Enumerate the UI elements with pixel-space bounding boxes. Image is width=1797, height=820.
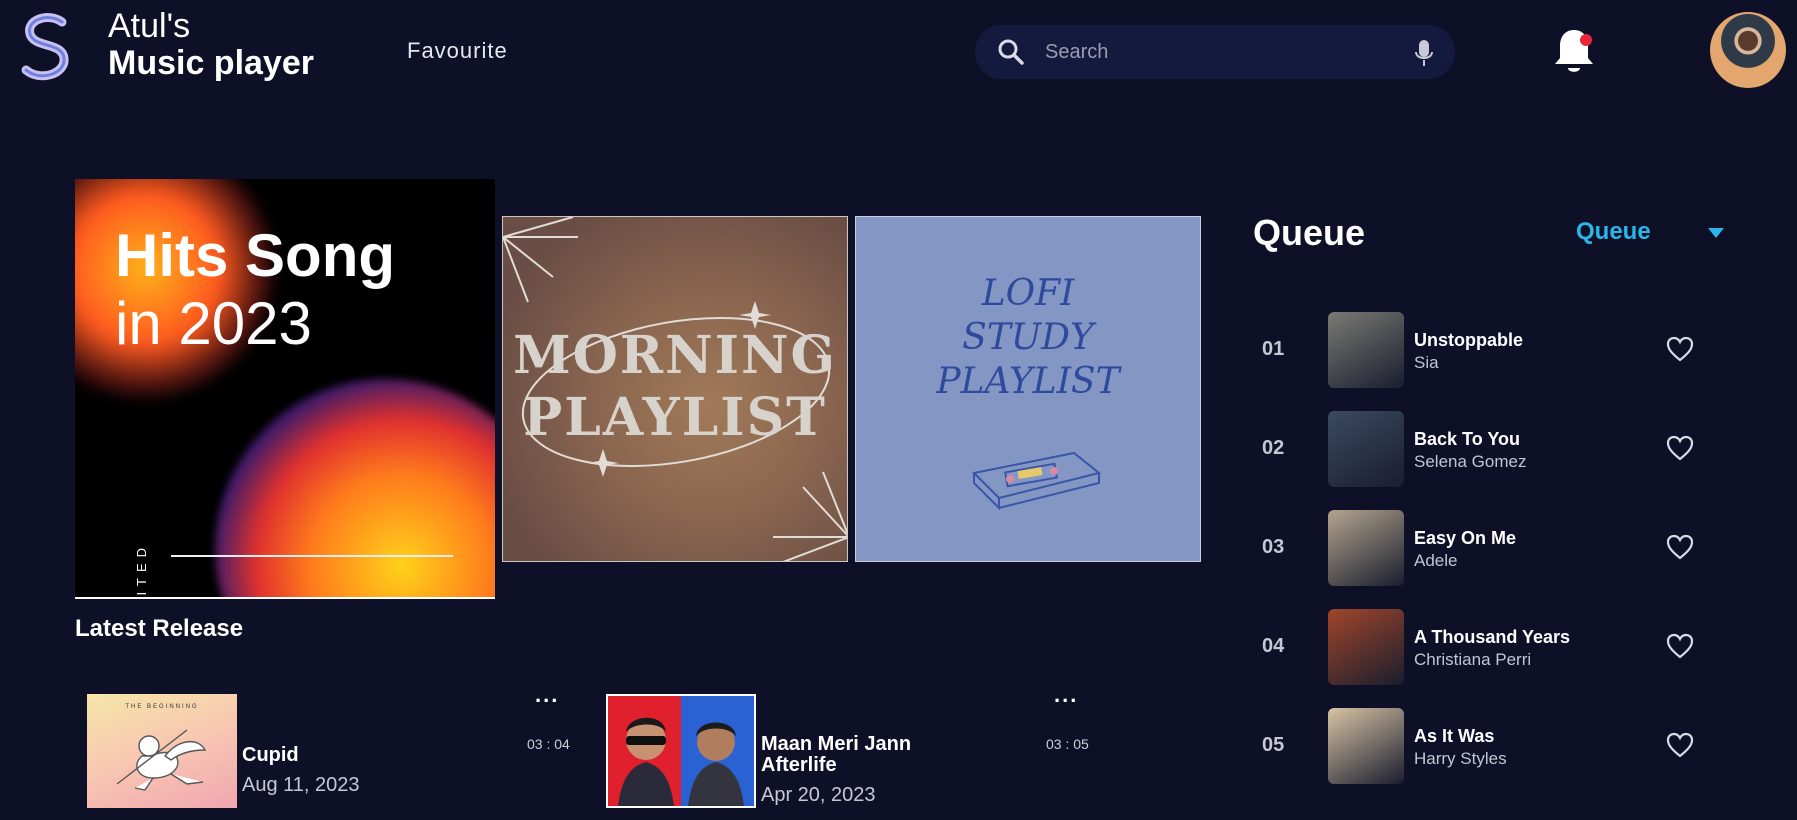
cupid-illustration (116, 729, 207, 791)
release-cover: THE BEGINNING (87, 694, 237, 808)
s-logo-icon[interactable] (18, 12, 74, 84)
queue-item-title: Unstoppable (1414, 330, 1524, 350)
playlist-title-line-2: PLAYLIST (523, 387, 827, 448)
playlist-card-hits-2023[interactable]: Hits Song in 2023 THYNK UNLIMITED (75, 179, 495, 599)
cassette-icon (971, 451, 1102, 511)
playlist-title-line-2: STUDY (962, 317, 1094, 358)
music-player-page: Atul's Music player Favourite Hits Song … (0, 0, 1797, 820)
queue-dropdown[interactable]: Queue (1576, 218, 1651, 246)
brand-title: Atul's Music player (108, 7, 314, 83)
queue-item[interactable]: 03 Easy On Me Adele (1262, 510, 1712, 586)
queue-item-title: A Thousand Years (1414, 627, 1571, 647)
release-duration: 03 : 05 (1046, 736, 1089, 752)
more-options-button[interactable]: ... (535, 682, 559, 708)
queue-item-artist: Sia (1414, 353, 1439, 372)
playlist-title-line-1: LOFI (981, 273, 1075, 314)
playlist-card-morning[interactable]: MORNING PLAYLIST (502, 216, 848, 562)
more-options-button[interactable]: ... (1054, 682, 1078, 708)
playlist-title-line-3: PLAYLIST (936, 361, 1120, 402)
heart-outline-icon[interactable] (1666, 435, 1694, 461)
queue-item-artist: Christiana Perri (1414, 650, 1532, 669)
brand-line-1: Atul's (108, 7, 191, 45)
artists-illustration (618, 717, 744, 806)
queue-heading: Queue (1253, 212, 1366, 253)
queue-item-cover (1328, 510, 1404, 586)
release-date: Aug 11, 2023 (242, 774, 360, 796)
queue-item-number: 04 (1262, 635, 1285, 657)
queue-item-number: 01 (1262, 338, 1285, 360)
release-name: Maan Meri Jann Afterlife (761, 733, 912, 776)
latest-release-heading: Latest Release (75, 615, 244, 642)
heart-outline-icon[interactable] (1666, 336, 1694, 362)
decorative-line (171, 555, 453, 557)
queue-item[interactable]: 05 As It Was Harry Styles (1262, 708, 1712, 784)
queue-item-cover (1328, 312, 1404, 388)
notifications-bell-icon[interactable] (1552, 26, 1596, 76)
queue-item[interactable]: 04 A Thousand Years Christiana Perri (1262, 609, 1712, 685)
queue-item-number: 03 (1262, 536, 1285, 558)
release-cover (606, 694, 756, 808)
release-name: Cupid (242, 744, 299, 766)
heart-outline-icon[interactable] (1666, 534, 1694, 560)
microphone-icon[interactable] (1413, 38, 1435, 68)
release-date: Apr 20, 2023 (761, 784, 876, 806)
decorative-gradient (215, 379, 495, 597)
queue-item-title: Easy On Me (1414, 528, 1517, 548)
playlist-brand-text: THYNK UNLIMITED (115, 416, 159, 597)
brand-line-1: THYNK (115, 416, 133, 597)
queue-item-title: Back To You (1414, 429, 1521, 449)
playlist-title-line-1: MORNING (513, 325, 837, 386)
queue-item-artist: Selena Gomez (1414, 452, 1527, 471)
search-input[interactable] (1045, 35, 1375, 69)
heart-outline-icon[interactable] (1666, 732, 1694, 758)
user-avatar[interactable] (1710, 12, 1786, 88)
queue-item-title: As It Was (1414, 726, 1495, 746)
queue-item-cover (1328, 708, 1404, 784)
queue-item-number: 02 (1262, 437, 1285, 459)
brand-line-2: Music player (108, 44, 314, 83)
queue-item-number: 05 (1262, 734, 1285, 756)
playlist-title-line-1: Hits Song (115, 222, 395, 289)
queue-item-artist: Adele (1414, 551, 1458, 570)
search-bar (975, 25, 1455, 79)
queue-item[interactable]: 01 Unstoppable Sia (1262, 312, 1712, 388)
queue-item-cover (1328, 609, 1404, 685)
playlist-card-lofi[interactable]: LOFI STUDY PLAYLIST (855, 216, 1201, 562)
brand-line-2: UNLIMITED (133, 416, 151, 597)
queue-item-cover (1328, 411, 1404, 487)
playlist-title-line-2: in 2023 (115, 290, 312, 357)
queue-item[interactable]: 02 Back To You Selena Gomez (1262, 411, 1712, 487)
caret-down-icon[interactable] (1708, 228, 1724, 238)
release-duration: 03 : 04 (527, 736, 570, 752)
queue-item-artist: Harry Styles (1414, 749, 1507, 768)
nav-favourite-link[interactable]: Favourite (407, 38, 508, 64)
heart-outline-icon[interactable] (1666, 633, 1694, 659)
search-icon[interactable] (997, 38, 1025, 66)
